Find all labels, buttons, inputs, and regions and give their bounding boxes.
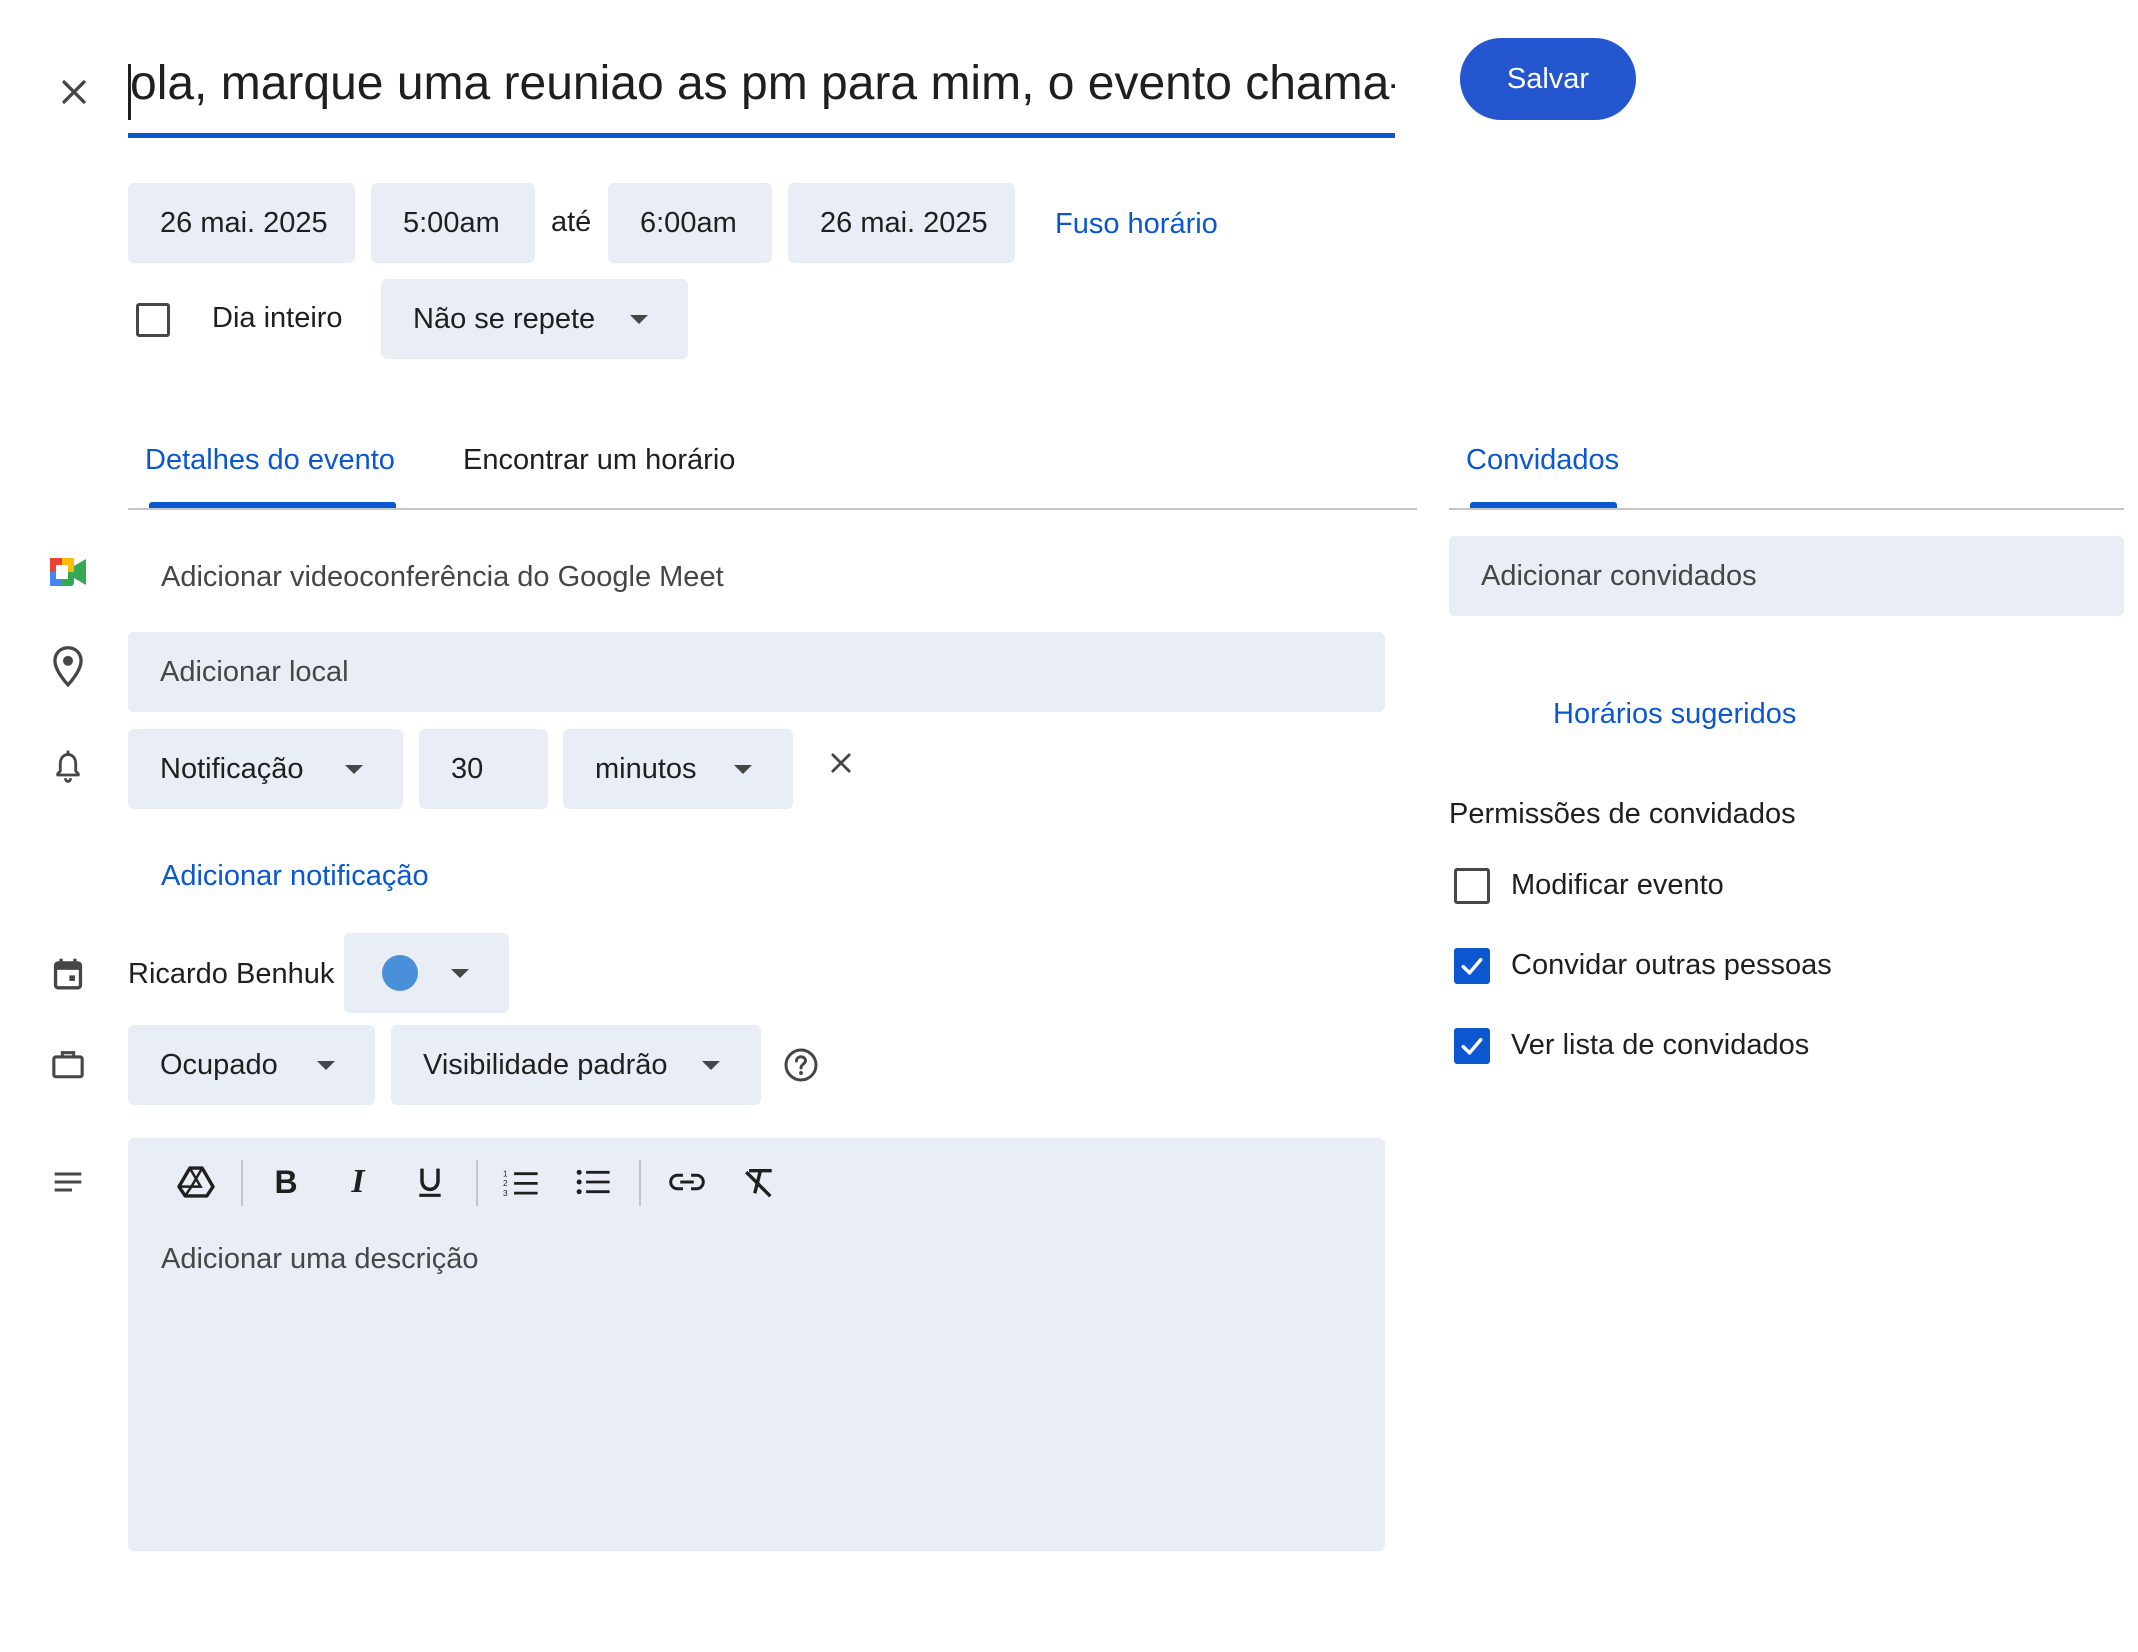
calendar-owner-label: Ricardo Benhuk [128, 958, 335, 990]
add-notification-link[interactable]: Adicionar notificação [161, 860, 429, 893]
description-icon [48, 1165, 88, 1199]
check-icon [1461, 958, 1483, 975]
numbered-list-icon[interactable]: 123 [497, 1158, 545, 1206]
save-button[interactable]: Salvar [1460, 38, 1636, 120]
permission-modify-checkbox[interactable] [1454, 868, 1490, 904]
notification-amount-input[interactable]: 30 [419, 729, 548, 809]
event-title-text: ola, marque uma reuniao as pm para mim, … [130, 57, 1395, 110]
description-toolbar: B I 123 [128, 1138, 1385, 1228]
chevron-down-icon [702, 1061, 720, 1070]
svg-text:3: 3 [503, 1188, 508, 1198]
toolbar-divider [639, 1160, 641, 1206]
add-guests-input[interactable]: Adicionar convidados [1449, 536, 2124, 616]
calendar-color-dropdown[interactable] [344, 933, 509, 1013]
briefcase-icon [48, 1044, 88, 1084]
bold-icon[interactable]: B [262, 1158, 310, 1206]
remove-notification-icon[interactable] [821, 743, 861, 783]
permission-invite-label: Convidar outras pessoas [1511, 949, 1832, 981]
repeat-dropdown[interactable]: Não se repete [381, 279, 688, 359]
permission-see-list-checkbox[interactable] [1454, 1028, 1490, 1064]
start-date-chip[interactable]: 26 mai. 2025 [128, 183, 355, 263]
end-time-label: 6:00am [640, 206, 737, 239]
to-label: até [551, 206, 592, 238]
underline-icon[interactable] [406, 1158, 454, 1206]
chevron-down-icon [451, 969, 469, 978]
calendar-icon [48, 953, 88, 995]
permission-modify-label: Modificar evento [1511, 869, 1724, 901]
description-editor[interactable]: B I 123 Adicionar uma descrição [128, 1138, 1385, 1551]
link-icon[interactable] [663, 1158, 711, 1206]
suggested-times-link[interactable]: Horários sugeridos [1553, 698, 1796, 731]
close-icon[interactable] [50, 68, 98, 116]
notification-unit-dropdown[interactable]: minutos [563, 729, 793, 809]
add-meet-link[interactable]: Adicionar videoconferência do Google Mee… [161, 561, 724, 594]
tab-find-time[interactable]: Encontrar um horário [463, 444, 735, 477]
timezone-link[interactable]: Fuso horário [1055, 208, 1218, 241]
bell-icon [48, 744, 88, 788]
drive-icon[interactable] [172, 1158, 220, 1206]
check-icon [1461, 1038, 1483, 1055]
guest-permissions-title: Permissões de convidados [1449, 798, 1796, 830]
location-pin-icon [48, 644, 88, 690]
all-day-checkbox[interactable] [136, 303, 170, 337]
svg-text:2: 2 [503, 1178, 508, 1188]
italic-icon[interactable]: I [334, 1158, 382, 1206]
description-placeholder: Adicionar uma descrição [161, 1243, 479, 1275]
calendar-color-swatch [382, 955, 418, 991]
end-time-chip[interactable]: 6:00am [608, 183, 772, 263]
svg-text:1: 1 [503, 1168, 508, 1178]
visibility-label: Visibilidade padrão [423, 1048, 668, 1081]
repeat-label: Não se repete [413, 302, 596, 335]
save-button-label: Salvar [1506, 62, 1590, 95]
all-day-label: Dia inteiro [212, 302, 343, 334]
start-time-label: 5:00am [403, 206, 500, 239]
notification-type-dropdown[interactable]: Notificação [128, 729, 403, 809]
location-placeholder: Adicionar local [160, 655, 349, 688]
google-meet-icon [46, 553, 90, 591]
chevron-down-icon [345, 765, 363, 774]
notification-unit-label: minutos [595, 752, 697, 785]
chevron-down-icon [734, 765, 752, 774]
permission-see-list-label: Ver lista de convidados [1511, 1029, 1810, 1061]
add-guests-placeholder: Adicionar convidados [1481, 559, 1757, 592]
help-icon[interactable] [781, 1045, 821, 1085]
permission-invite-checkbox[interactable] [1454, 948, 1490, 984]
start-time-chip[interactable]: 5:00am [371, 183, 535, 263]
availability-dropdown[interactable]: Ocupado [128, 1025, 375, 1105]
toolbar-divider [476, 1160, 478, 1206]
visibility-dropdown[interactable]: Visibilidade padrão [391, 1025, 761, 1105]
clear-format-icon[interactable] [735, 1158, 783, 1206]
tab-event-details[interactable]: Detalhes do evento [145, 444, 395, 477]
end-date-label: 26 mai. 2025 [820, 206, 988, 239]
notification-type-label: Notificação [160, 752, 304, 785]
notification-amount-value: 30 [451, 752, 484, 785]
start-date-label: 26 mai. 2025 [160, 206, 328, 239]
event-title-input[interactable]: ola, marque uma reuniao as pm para mim, … [128, 50, 1395, 140]
guests-tabs-divider [1449, 508, 2124, 510]
location-input[interactable]: Adicionar local [128, 632, 1385, 712]
toolbar-divider [241, 1160, 243, 1206]
tab-guests[interactable]: Convidados [1466, 444, 1619, 477]
chevron-down-icon [630, 315, 648, 324]
bulleted-list-icon[interactable] [569, 1158, 617, 1206]
end-date-chip[interactable]: 26 mai. 2025 [788, 183, 1015, 263]
tabs-divider [128, 508, 1417, 510]
availability-label: Ocupado [160, 1048, 278, 1081]
chevron-down-icon [317, 1061, 335, 1070]
